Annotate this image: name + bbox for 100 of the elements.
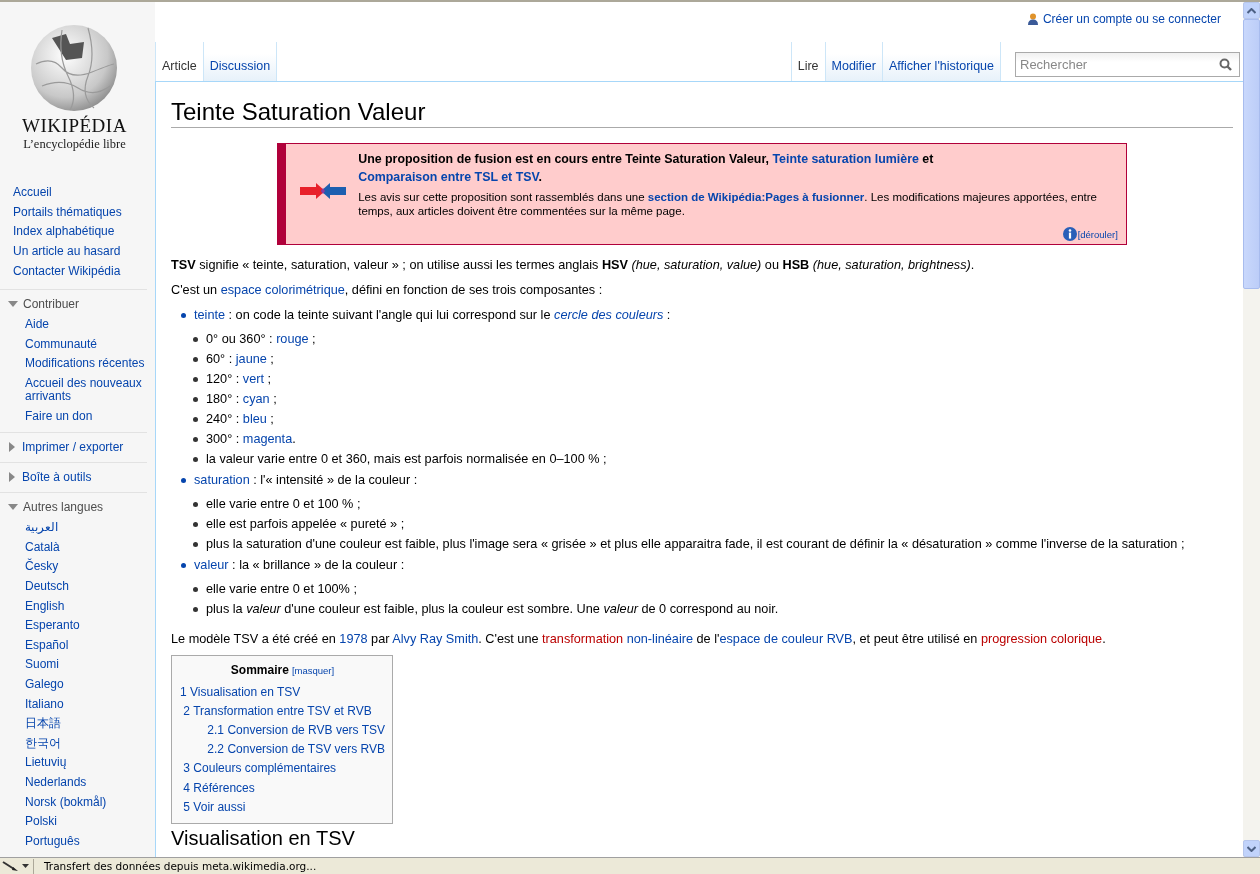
scroll-down-button[interactable]	[1243, 840, 1260, 857]
scroll-thumb[interactable]	[1243, 19, 1260, 289]
bullet-icon	[193, 501, 198, 507]
sidebar-link[interactable]: Lietuvių	[25, 753, 67, 773]
toc-link[interactable]: 5 Voir aussi	[183, 797, 385, 817]
section-toggle[interactable]: Boîte à outils	[8, 467, 92, 486]
bullet-icon	[193, 436, 198, 442]
bullet-icon	[181, 477, 186, 483]
sidebar-link[interactable]: Português	[25, 831, 80, 852]
tab[interactable]: Modifier	[825, 42, 883, 82]
list-item: 180° : cyan ;	[206, 391, 278, 408]
sidebar-link[interactable]: Faire un don	[25, 406, 93, 426]
sidebar-link[interactable]: 日本語	[25, 713, 61, 734]
bullet-icon	[181, 562, 186, 568]
list-item: valeur : la « brillance » de la couleur :	[194, 557, 406, 574]
link[interactable]: Teinte saturation lumière	[772, 152, 919, 166]
sidebar-link[interactable]: English	[25, 596, 65, 616]
bullet-icon	[193, 541, 198, 547]
sidebar-link[interactable]: Polski	[25, 811, 57, 832]
paragraph: Le modèle TSV a été créé en 1978 par Alvy Ray Smith. C'est une transformation non-linéaire de l'espace de couleur RVB, et peut être utilisé en progression colorique.	[171, 631, 1107, 648]
sidebar-link[interactable]: 한국어	[25, 733, 61, 754]
sidebar-link[interactable]: Galego	[25, 674, 64, 695]
hide-link[interactable]: [masquer]	[291, 664, 335, 676]
status-text: Transfert des données depuis meta.wikimedia.org...	[43, 860, 317, 872]
link[interactable]: espace colorimétrique	[220, 282, 345, 297]
paragraph: TSV signifie « teinte, saturation, valeur » ; on utilise aussi les termes anglais HSV (hue, saturation, value) ou HSB (hue, saturation, brightness).	[171, 257, 976, 274]
sidebar-link[interactable]: Nederlands	[25, 772, 87, 793]
sidebar-link[interactable]: Accueil des nouveaux arrivants	[25, 373, 147, 407]
toc-link[interactable]: 2.2 Conversion de TSV vers RVB	[183, 740, 385, 760]
link[interactable]: jaune	[235, 352, 267, 366]
sidebar-link[interactable]: العربية	[25, 517, 58, 538]
section-toggle[interactable]: Imprimer / exporter	[8, 437, 124, 456]
bullet-icon	[193, 396, 198, 402]
banner-heading: Une proposition de fusion est en cours entre Teinte Saturation Valeur, Teinte saturation lumière et Comparaison entre TSL et TSV.	[358, 151, 935, 186]
link[interactable]: espace de couleur RVB	[719, 632, 853, 646]
nav-link[interactable]: Contacter Wikipédia	[13, 261, 121, 281]
sidebar-link[interactable]: Aide	[25, 314, 50, 335]
expand-link[interactable]: [dérouler]	[1077, 228, 1118, 240]
bullet-icon	[193, 416, 198, 422]
link[interactable]: non-linéaire	[626, 632, 693, 646]
page-title: Teinte Saturation Valeur	[171, 96, 1233, 128]
bullet-icon	[193, 521, 198, 527]
list-item: 60° : jaune ;	[206, 351, 275, 368]
sidebar-link[interactable]: Communauté	[25, 334, 98, 355]
list-item: elle est parfois appelée « pureté » ;	[206, 516, 406, 533]
nav-link[interactable]: Portails thématiques	[13, 202, 122, 223]
sidebar-link[interactable]: Esperanto	[25, 615, 80, 636]
bullet-icon	[181, 312, 186, 318]
toc-title: Sommaire	[230, 662, 289, 677]
sidebar-link[interactable]: Suomi	[25, 655, 59, 675]
bullet-icon	[193, 606, 198, 612]
tab[interactable]: Article	[155, 42, 204, 82]
list-item: teinte : on code la teinte suivant l'angle qui lui correspond sur le cercle des couleurs :	[194, 307, 672, 324]
sidebar-link[interactable]: Norsk (bokmål)	[25, 792, 107, 812]
link[interactable]: progression colorique	[980, 632, 1103, 646]
search-icon[interactable]	[1219, 58, 1232, 71]
toc-link[interactable]: 1 Visualisation en TSV	[180, 682, 385, 702]
sidebar-link[interactable]: Italiano	[25, 694, 64, 714]
scroll-up-button[interactable]	[1243, 2, 1260, 19]
list-item: 0° ou 360° : rouge ;	[206, 331, 317, 348]
link[interactable]: teinte	[194, 308, 226, 322]
list-item: saturation : l'« intensité » de la couleur :	[194, 472, 419, 489]
link[interactable]: 1978	[339, 632, 368, 646]
link[interactable]: valeur	[194, 558, 229, 572]
nav-link[interactable]: Index alphabétique	[13, 222, 115, 242]
link[interactable]: section de Wikipédia:Pages à fusionner	[647, 191, 865, 203]
account-link[interactable]: Créer un compte ou se connecter	[1042, 12, 1221, 26]
tab[interactable]: Discussion	[203, 42, 278, 82]
nav-link[interactable]: Accueil	[13, 183, 52, 203]
pen-icon	[2, 860, 20, 872]
list-item: elle varie entre 0 et 100% ;	[206, 581, 358, 598]
scrollbar[interactable]	[1243, 2, 1260, 857]
tab[interactable]: Lire	[790, 42, 826, 82]
nav-link[interactable]: Un article au hasard	[13, 241, 121, 262]
merge-arrows-icon	[300, 182, 347, 200]
link[interactable]: cercle des couleurs	[554, 308, 664, 322]
sidebar-link[interactable]: Español	[25, 635, 69, 656]
user-icon	[1027, 13, 1038, 25]
section-toggle[interactable]: Contribuer	[8, 294, 80, 313]
list-item: 240° : bleu ;	[206, 411, 275, 428]
link[interactable]: Comparaison entre TSL et TSV	[358, 170, 539, 184]
toc-link[interactable]: 2 Transformation entre TSV et RVB	[183, 701, 385, 721]
link[interactable]: cyan	[242, 392, 270, 406]
tab[interactable]: Afficher l'historique	[883, 42, 1001, 82]
toc-link[interactable]: 4 Références	[183, 778, 385, 798]
toc-link[interactable]: 3 Couleurs complémentaires	[183, 759, 385, 779]
status-tool-button[interactable]	[0, 858, 34, 874]
sidebar-link[interactable]: Deutsch	[25, 576, 70, 597]
section-toggle[interactable]: Autres langues	[8, 497, 104, 516]
link[interactable]: bleu	[242, 412, 267, 426]
link[interactable]: rouge	[276, 332, 309, 346]
sidebar-link[interactable]: Česky	[25, 557, 59, 577]
link[interactable]: saturation	[194, 473, 250, 487]
sidebar-link[interactable]: Modifications récentes	[25, 354, 145, 374]
search-field[interactable]: Rechercher	[1015, 52, 1240, 77]
link[interactable]: transformation	[542, 632, 624, 646]
toc-link[interactable]: 2.1 Conversion de RVB vers TSV	[183, 720, 385, 741]
sidebar-link[interactable]: Català	[25, 537, 60, 558]
info-icon	[1062, 227, 1077, 241]
link[interactable]: vert	[242, 372, 264, 386]
